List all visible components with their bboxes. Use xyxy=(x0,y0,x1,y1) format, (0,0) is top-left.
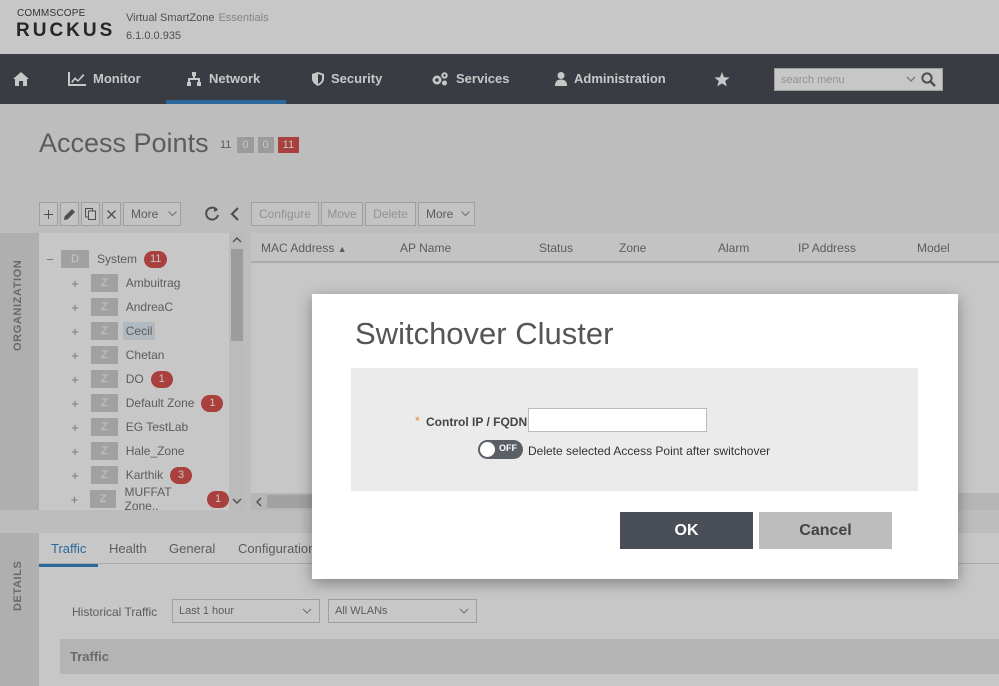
required-marker: * xyxy=(415,414,420,428)
control-ip-label: Control IP / FQDN: xyxy=(426,415,532,429)
toggle-state: OFF xyxy=(499,443,517,453)
delete-ap-toggle[interactable]: OFF xyxy=(478,440,523,459)
dialog-form: * Control IP / FQDN: OFF Delete selected… xyxy=(351,368,918,491)
ok-button[interactable]: OK xyxy=(620,512,753,549)
toggle-knob xyxy=(480,442,495,457)
dialog-title: Switchover Cluster xyxy=(355,316,614,351)
cancel-button[interactable]: Cancel xyxy=(759,512,892,549)
control-ip-input[interactable] xyxy=(528,408,707,432)
switchover-cluster-dialog: Switchover Cluster * Control IP / FQDN: … xyxy=(312,294,958,579)
delete-ap-toggle-label: Delete selected Access Point after switc… xyxy=(528,444,771,458)
